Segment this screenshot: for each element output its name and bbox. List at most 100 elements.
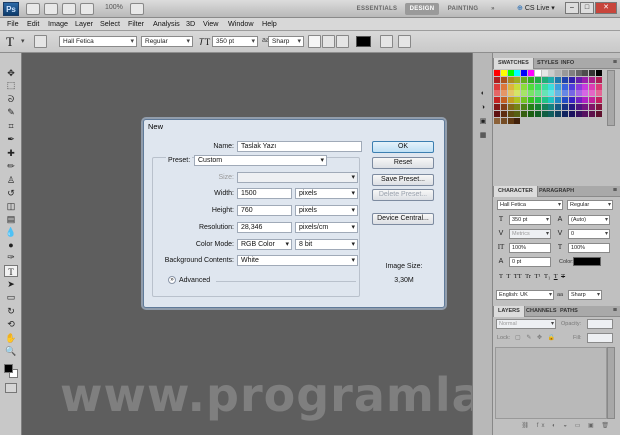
adjustments-panel-icon[interactable]: ◑ (478, 103, 488, 112)
color-swatch[interactable] (589, 118, 595, 124)
underline-button[interactable]: T (554, 273, 558, 280)
color-swatch[interactable] (500, 70, 507, 76)
3d-camera-tool[interactable]: ⟲ (4, 318, 18, 330)
color-swatch[interactable] (541, 83, 548, 90)
color-swatch[interactable] (535, 118, 541, 124)
tab-layers[interactable]: LAYERS (493, 306, 525, 317)
char-vertical-scale-input[interactable]: 100% (509, 243, 551, 253)
anti-alias-select[interactable]: Sharp (268, 36, 304, 47)
resolution-input[interactable]: 28,346 (237, 222, 292, 233)
char-kerning-select[interactable]: Metrics (509, 229, 551, 239)
extras-icon[interactable] (62, 3, 76, 15)
color-swatch[interactable] (582, 76, 589, 83)
color-swatch[interactable] (521, 83, 528, 90)
color-swatch[interactable] (589, 83, 596, 90)
color-swatch[interactable] (507, 110, 514, 117)
tab-paths[interactable]: PATHS (556, 306, 582, 317)
color-swatch[interactable] (548, 70, 555, 76)
type-tool[interactable]: T (4, 265, 18, 277)
color-swatch[interactable] (562, 76, 568, 83)
path-select-tool[interactable]: ➤ (4, 278, 18, 290)
color-swatch[interactable] (568, 70, 575, 76)
color-swatch[interactable] (568, 83, 575, 90)
mini-bridge-icon[interactable] (44, 3, 58, 15)
color-swatch[interactable] (555, 110, 562, 117)
lock-icons[interactable]: ▢ ✎ ✥ 🔒 (515, 334, 557, 341)
color-swatch[interactable] (528, 90, 534, 97)
width-unit-select[interactable]: pixels (295, 188, 358, 199)
color-swatch[interactable] (562, 83, 568, 90)
color-swatch[interactable] (541, 97, 548, 104)
font-size-select[interactable]: 350 pt (212, 36, 258, 47)
cs-live-menu[interactable]: ⊕ CS Live ▾ (517, 4, 555, 12)
char-font-size-select[interactable]: 350 pt (509, 215, 551, 225)
color-swatch[interactable] (548, 83, 555, 90)
menu-analysis[interactable]: Analysis (153, 19, 180, 28)
color-swatch[interactable] (589, 104, 596, 110)
close-button[interactable]: ✕ (595, 2, 617, 14)
swatch-grid[interactable] (494, 70, 602, 124)
color-swatch[interactable] (507, 76, 514, 83)
color-swatch[interactable] (582, 90, 589, 97)
arrange-documents-icon[interactable] (80, 3, 94, 15)
device-central-button[interactable]: Device Central... (372, 213, 434, 225)
small-caps-button[interactable]: Tr (525, 273, 531, 280)
color-swatch[interactable] (548, 90, 555, 97)
tab-info[interactable]: INFO (557, 58, 578, 69)
minimize-button[interactable]: – (565, 2, 579, 14)
ok-button[interactable]: OK (372, 141, 434, 153)
color-swatch[interactable] (534, 104, 541, 110)
color-swatch[interactable] (528, 70, 534, 76)
color-swatch[interactable] (507, 97, 514, 104)
char-color-swatch[interactable] (573, 257, 601, 266)
color-swatch[interactable] (514, 104, 521, 110)
3d-rotate-tool[interactable]: ↻ (4, 305, 18, 317)
color-swatch[interactable] (548, 97, 555, 104)
color-swatch[interactable] (521, 97, 528, 104)
align-right-button[interactable] (336, 35, 349, 48)
color-swatch[interactable] (507, 117, 514, 124)
color-swatch[interactable] (514, 90, 521, 97)
toggle-orientation-icon[interactable] (34, 35, 47, 48)
menu-view[interactable]: View (203, 19, 218, 28)
faux-italic-button[interactable]: T (506, 273, 510, 280)
delete-preset-button[interactable]: Delete Preset... (372, 189, 434, 201)
color-swatch[interactable] (568, 76, 575, 83)
color-swatch[interactable] (534, 97, 541, 104)
color-swatch[interactable] (589, 76, 596, 83)
color-swatch[interactable] (575, 76, 582, 83)
align-center-button[interactable] (322, 35, 335, 48)
panel-menu-icon[interactable]: ≡ (613, 187, 617, 194)
subscript-button[interactable]: T₁ (544, 273, 550, 280)
color-swatch[interactable] (500, 90, 507, 97)
color-swatch[interactable] (528, 104, 534, 110)
color-swatch[interactable] (569, 118, 575, 124)
color-swatch[interactable] (582, 70, 589, 76)
color-swatch[interactable] (528, 83, 534, 90)
color-swatch[interactable] (507, 83, 514, 90)
layer-action-icons[interactable]: ⛓ fx ◐ ◒ ▭ ▣ 🗑 (495, 422, 615, 432)
menu-window[interactable]: Window (228, 19, 254, 28)
color-swatch[interactable] (562, 104, 568, 110)
color-swatch[interactable] (568, 90, 575, 97)
pen-tool[interactable]: ✑ (4, 251, 18, 263)
preset-select[interactable]: Custom (194, 155, 327, 166)
color-swatch[interactable] (494, 76, 500, 83)
quick-select-tool[interactable]: ✎ (4, 106, 18, 118)
color-swatch[interactable] (541, 76, 548, 83)
marquee-tool[interactable]: ⬚ (4, 79, 18, 91)
gradient-tool[interactable]: ▤ (4, 213, 18, 225)
workspace-essentials[interactable]: ESSENTIALS (352, 3, 402, 15)
tab-channels[interactable]: CHANNELS (522, 306, 561, 317)
color-swatch[interactable] (568, 97, 575, 104)
color-swatch[interactable] (541, 110, 548, 117)
color-swatch[interactable] (555, 76, 562, 83)
color-swatch[interactable] (575, 83, 582, 90)
color-swatch[interactable] (589, 90, 596, 97)
color-swatch[interactable] (596, 70, 602, 76)
foreground-color-swatch[interactable] (4, 364, 13, 373)
color-swatch[interactable] (562, 110, 568, 117)
color-swatch[interactable] (494, 97, 500, 104)
dodge-tool[interactable]: ● (4, 239, 18, 251)
color-swatch[interactable] (562, 97, 568, 104)
